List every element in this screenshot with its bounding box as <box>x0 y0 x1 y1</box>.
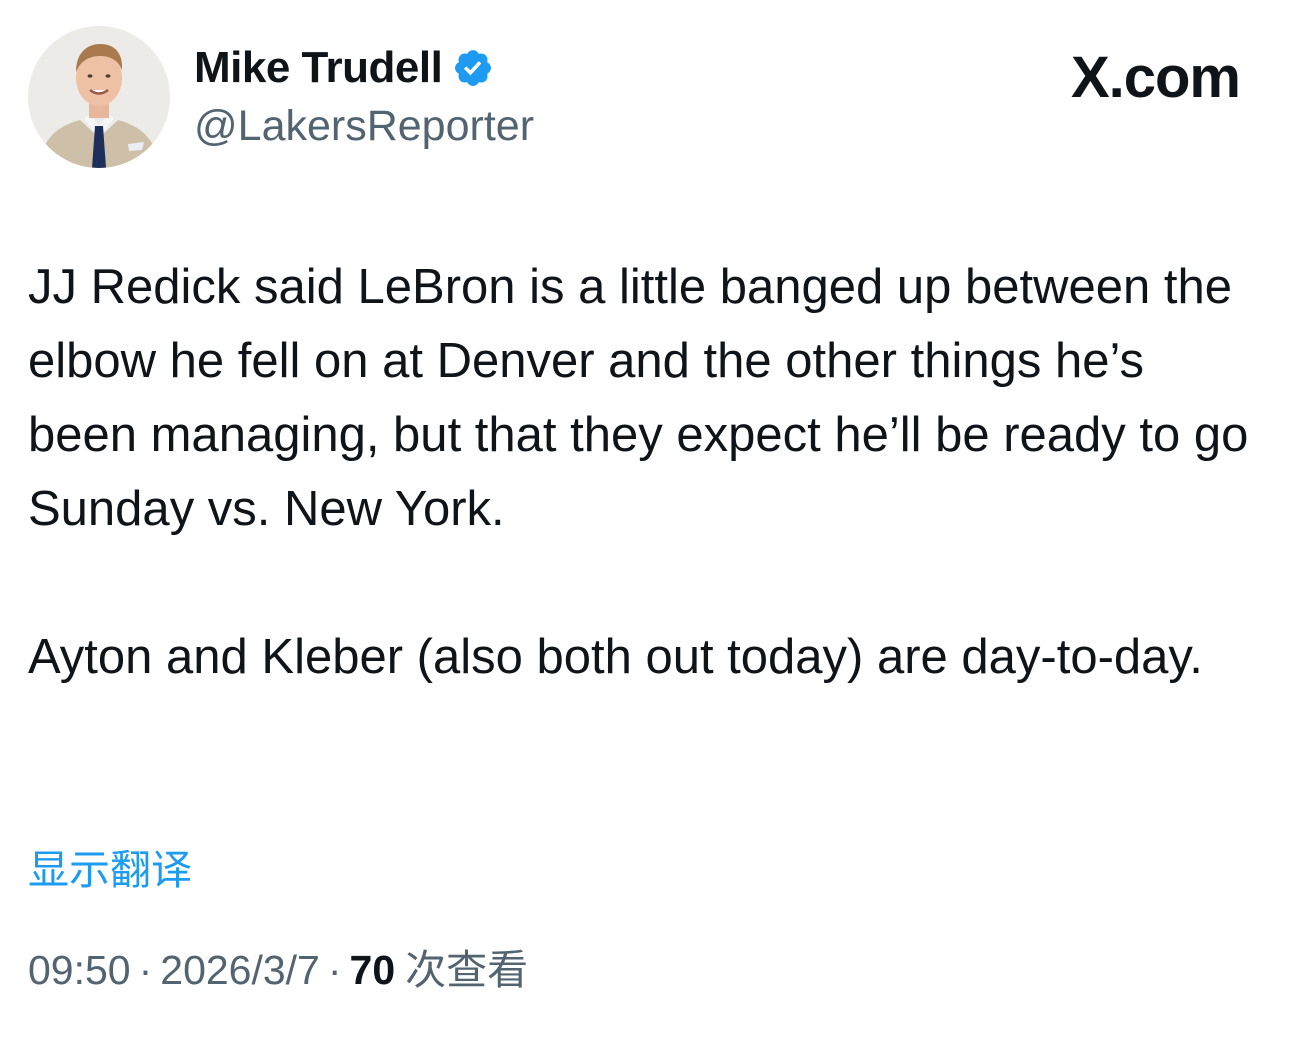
avatar[interactable] <box>28 26 170 168</box>
meta-separator: · <box>138 947 153 993</box>
avatar-photo <box>28 26 170 168</box>
tweet-text: JJ Redick said LeBron is a little banged… <box>28 250 1264 694</box>
meta-separator: · <box>327 947 342 993</box>
tweet-meta: 09:50 · 2026/3/7 · 70 次查看 <box>28 936 528 996</box>
verified-badge-icon <box>452 47 494 89</box>
tweet-paragraph: JJ Redick said LeBron is a little banged… <box>28 260 1249 536</box>
author-display-name[interactable]: Mike Trudell <box>194 43 443 93</box>
show-translation-link[interactable]: 显示翻译 <box>28 836 192 896</box>
tweet-date[interactable]: 2026/3/7 <box>160 947 320 994</box>
views-count[interactable]: 70 <box>350 947 396 994</box>
views-label[interactable]: 次查看 <box>405 936 528 996</box>
tweet-paragraph: Ayton and Kleber (also both out today) a… <box>28 630 1203 684</box>
author-name-row[interactable]: Mike Trudell <box>194 42 494 94</box>
author-handle[interactable]: @LakersReporter <box>194 102 534 151</box>
tweet-time[interactable]: 09:50 <box>28 947 131 994</box>
x-com-logo: X.com <box>1070 45 1241 110</box>
